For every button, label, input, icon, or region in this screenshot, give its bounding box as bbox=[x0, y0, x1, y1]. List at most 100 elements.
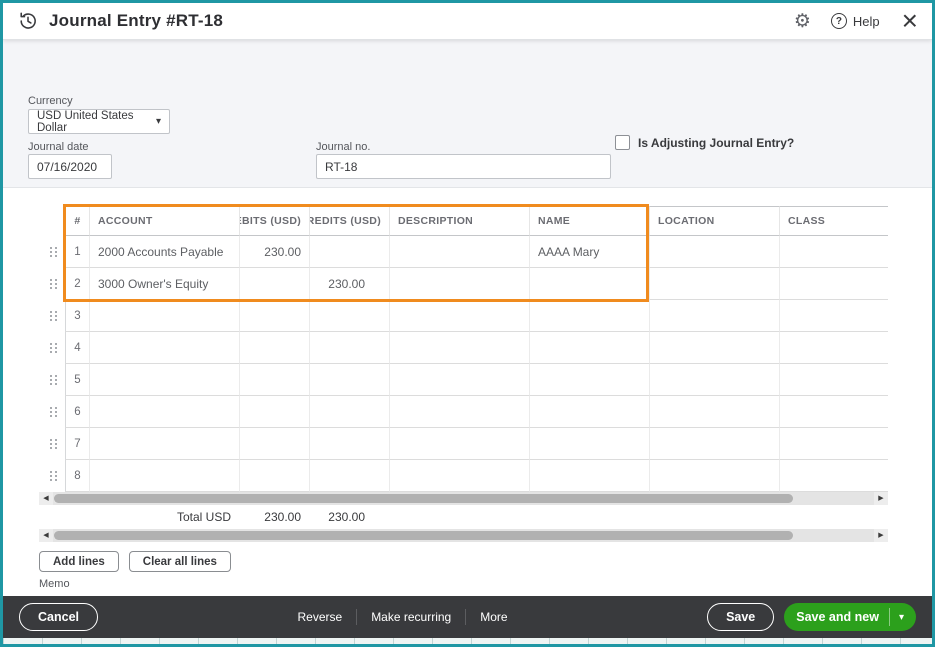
make-recurring-button[interactable]: Make recurring bbox=[371, 610, 451, 624]
adjusting-entry-checkbox[interactable] bbox=[615, 135, 630, 150]
location-cell[interactable] bbox=[649, 236, 779, 268]
name-cell[interactable] bbox=[529, 300, 649, 332]
horizontal-scrollbar-top[interactable]: ◀ ▶ bbox=[39, 492, 888, 505]
drag-handle[interactable] bbox=[39, 268, 65, 300]
class-cell[interactable] bbox=[779, 396, 888, 428]
class-cell[interactable] bbox=[779, 268, 888, 300]
scrollbar-track[interactable] bbox=[53, 492, 874, 505]
save-and-new-button[interactable]: Save and new ▾ bbox=[784, 603, 916, 631]
location-cell[interactable] bbox=[649, 300, 779, 332]
description-cell[interactable] bbox=[389, 332, 529, 364]
description-cell[interactable] bbox=[389, 236, 529, 268]
debits-cell[interactable] bbox=[239, 332, 309, 364]
name-cell[interactable] bbox=[529, 428, 649, 460]
drag-handle[interactable] bbox=[39, 332, 65, 364]
name-cell[interactable] bbox=[529, 332, 649, 364]
save-and-new-dropdown-arrow[interactable]: ▾ bbox=[890, 612, 904, 623]
col-header-num: # bbox=[65, 206, 89, 236]
scroll-left-arrow[interactable]: ◀ bbox=[39, 529, 53, 542]
debits-cell[interactable] bbox=[239, 268, 309, 300]
debits-cell[interactable] bbox=[239, 460, 309, 492]
class-cell[interactable] bbox=[779, 364, 888, 396]
account-cell[interactable] bbox=[89, 364, 239, 396]
table-row: 3 bbox=[39, 300, 888, 332]
description-cell[interactable] bbox=[389, 268, 529, 300]
save-button[interactable]: Save bbox=[707, 603, 775, 631]
class-cell[interactable] bbox=[779, 428, 888, 460]
class-cell[interactable] bbox=[779, 332, 888, 364]
location-cell[interactable] bbox=[649, 268, 779, 300]
credits-cell[interactable] bbox=[309, 300, 389, 332]
drag-handle[interactable] bbox=[39, 396, 65, 428]
scrollbar-thumb[interactable] bbox=[54, 531, 793, 540]
account-cell[interactable] bbox=[89, 396, 239, 428]
account-cell[interactable] bbox=[89, 300, 239, 332]
drag-handle[interactable] bbox=[39, 364, 65, 396]
close-icon[interactable]: × bbox=[902, 7, 918, 35]
debits-cell[interactable] bbox=[239, 428, 309, 460]
drag-handle[interactable] bbox=[39, 236, 65, 268]
name-cell[interactable] bbox=[529, 364, 649, 396]
scroll-right-arrow[interactable]: ▶ bbox=[874, 529, 888, 542]
credits-cell[interactable] bbox=[309, 332, 389, 364]
credits-cell[interactable] bbox=[309, 428, 389, 460]
total-credits: 230.00 bbox=[328, 510, 365, 524]
journal-date-input[interactable] bbox=[28, 154, 112, 179]
location-cell[interactable] bbox=[649, 364, 779, 396]
drag-handle[interactable] bbox=[39, 460, 65, 492]
footer-bar: Cancel Reverse Make recurring More Save … bbox=[3, 596, 932, 638]
credits-cell[interactable] bbox=[309, 460, 389, 492]
class-cell[interactable] bbox=[779, 236, 888, 268]
scrollbar-track[interactable] bbox=[53, 529, 874, 542]
location-cell[interactable] bbox=[649, 332, 779, 364]
recent-transactions-icon[interactable] bbox=[17, 10, 39, 32]
table-row: 1 2000 Accounts Payable 230.00 AAAA Mary bbox=[39, 236, 888, 268]
description-cell[interactable] bbox=[389, 396, 529, 428]
debits-cell[interactable] bbox=[239, 364, 309, 396]
drag-handle[interactable] bbox=[39, 300, 65, 332]
credits-cell[interactable] bbox=[309, 236, 389, 268]
help-button[interactable]: ? Help bbox=[830, 13, 880, 29]
scroll-right-arrow[interactable]: ▶ bbox=[874, 492, 888, 505]
more-button[interactable]: More bbox=[480, 610, 507, 624]
debits-cell[interactable]: 230.00 bbox=[239, 236, 309, 268]
name-cell[interactable]: AAAA Mary bbox=[529, 236, 649, 268]
drag-handle[interactable] bbox=[39, 428, 65, 460]
clear-all-lines-button[interactable]: Clear all lines bbox=[128, 551, 231, 572]
horizontal-scrollbar-bottom[interactable]: ◀ ▶ bbox=[39, 529, 888, 542]
credits-cell[interactable] bbox=[309, 396, 389, 428]
class-cell[interactable] bbox=[779, 300, 888, 332]
credits-cell[interactable]: 230.00 bbox=[309, 268, 389, 300]
gear-icon[interactable]: ⚙ bbox=[794, 12, 811, 31]
reverse-button[interactable]: Reverse bbox=[298, 610, 343, 624]
scrollbar-thumb[interactable] bbox=[54, 494, 793, 503]
name-cell[interactable] bbox=[529, 268, 649, 300]
name-cell[interactable] bbox=[529, 396, 649, 428]
row-num: 3 bbox=[65, 300, 89, 332]
table-header-row: # ACCOUNT DEBITS (USD) CREDITS (USD) DES… bbox=[39, 206, 888, 236]
debits-cell[interactable] bbox=[239, 300, 309, 332]
credits-cell[interactable] bbox=[309, 364, 389, 396]
account-cell[interactable]: 3000 Owner's Equity bbox=[89, 268, 239, 300]
account-cell[interactable]: 2000 Accounts Payable bbox=[89, 236, 239, 268]
account-cell[interactable] bbox=[89, 460, 239, 492]
description-cell[interactable] bbox=[389, 460, 529, 492]
journal-no-input[interactable] bbox=[316, 154, 611, 179]
add-lines-button[interactable]: Add lines bbox=[39, 551, 119, 572]
debits-cell[interactable] bbox=[239, 396, 309, 428]
scroll-left-arrow[interactable]: ◀ bbox=[39, 492, 53, 505]
cancel-button[interactable]: Cancel bbox=[19, 603, 98, 631]
currency-select[interactable]: USD United States Dollar ▾ bbox=[28, 109, 170, 134]
description-cell[interactable] bbox=[389, 364, 529, 396]
location-cell[interactable] bbox=[649, 428, 779, 460]
location-cell[interactable] bbox=[649, 460, 779, 492]
name-cell[interactable] bbox=[529, 460, 649, 492]
description-cell[interactable] bbox=[389, 300, 529, 332]
page-title: Journal Entry #RT-18 bbox=[49, 11, 224, 30]
adjusting-entry-checkbox-group[interactable]: Is Adjusting Journal Entry? bbox=[615, 135, 794, 150]
account-cell[interactable] bbox=[89, 428, 239, 460]
location-cell[interactable] bbox=[649, 396, 779, 428]
class-cell[interactable] bbox=[779, 460, 888, 492]
account-cell[interactable] bbox=[89, 332, 239, 364]
description-cell[interactable] bbox=[389, 428, 529, 460]
